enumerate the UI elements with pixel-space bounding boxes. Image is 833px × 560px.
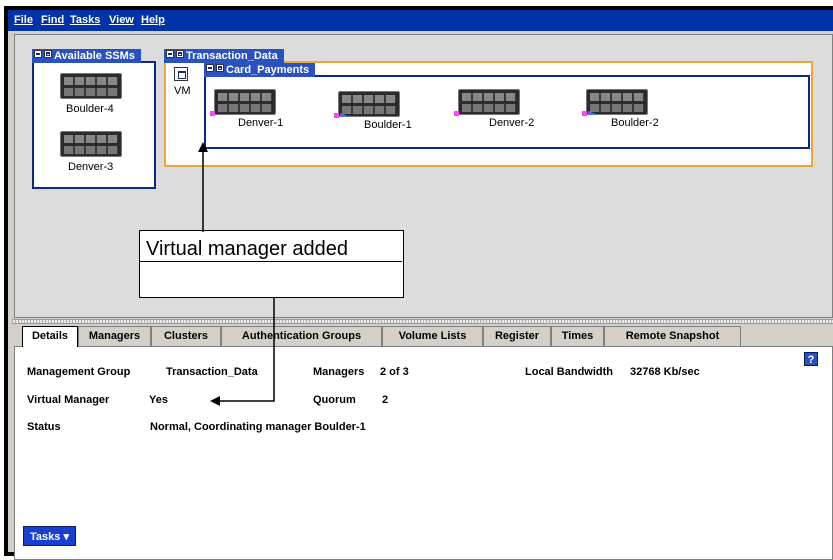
tab-times[interactable]: Times: [551, 326, 604, 346]
pane-splitter[interactable]: [12, 319, 833, 324]
help-icon[interactable]: ?: [804, 352, 818, 366]
map-view: Available SSMs Boulder-4 Denver-3 Transa…: [14, 34, 833, 318]
vm-label: VM: [174, 85, 191, 97]
quorum-label: Quorum: [313, 394, 356, 406]
node-label-denver-2: Denver-2: [489, 117, 535, 129]
virtual-manager-icon[interactable]: [174, 67, 188, 81]
tab-authentication-groups[interactable]: Authentication Groups: [221, 326, 382, 346]
tab-strip: Details Managers Clusters Authentication…: [14, 326, 833, 347]
available-ssms-title[interactable]: Available SSMs: [32, 49, 141, 63]
server-icon[interactable]: [60, 131, 122, 157]
tab-details[interactable]: Details: [22, 326, 78, 347]
virtual-manager-label: Virtual Manager: [27, 394, 110, 406]
callout-text: Virtual manager added: [140, 237, 402, 262]
menu-help[interactable]: Help: [141, 14, 165, 26]
cluster-card-payments[interactable]: Card_Payments Denver-1 Boulder-1 Denver-…: [204, 63, 810, 149]
status-marker-icon: [210, 111, 215, 116]
node-label-denver-1: Denver-1: [238, 117, 284, 129]
management-group-transaction-data[interactable]: Transaction_Data VM Card_Payments Denver…: [164, 49, 813, 167]
caret-down-icon: ▾: [63, 531, 69, 543]
management-group-label: Management Group: [27, 366, 131, 378]
cluster-title[interactable]: Card_Payments: [204, 63, 316, 77]
status-marker-icon: [334, 113, 339, 118]
window-icon[interactable]: [44, 50, 52, 58]
server-icon[interactable]: [214, 89, 276, 115]
tab-managers[interactable]: Managers: [78, 326, 151, 346]
cluster-label: Card_Payments: [226, 64, 310, 76]
menu-view[interactable]: View: [109, 14, 134, 26]
menu-find[interactable]: Find: [41, 14, 64, 26]
available-ssms-group[interactable]: Available SSMs Boulder-4 Denver-3: [32, 49, 156, 189]
node-label-boulder-1: Boulder-1: [364, 119, 412, 131]
management-group-title[interactable]: Transaction_Data: [164, 49, 284, 63]
management-group-value: Transaction_Data: [166, 366, 258, 378]
quorum-value: 2: [382, 394, 389, 406]
status-value: Normal, Coordinating manager Boulder-1: [150, 421, 366, 433]
available-ssms-label: Available SSMs: [54, 50, 135, 62]
bandwidth-value: 32768 Kb/sec: [630, 366, 700, 378]
server-icon[interactable]: [586, 89, 648, 115]
collapse-icon[interactable]: [166, 50, 174, 58]
node-label-boulder-2: Boulder-2: [611, 117, 659, 129]
tasks-button[interactable]: Tasks ▾: [23, 526, 76, 546]
menu-tasks[interactable]: Tasks: [70, 14, 100, 26]
window-icon[interactable]: [176, 50, 184, 58]
server-icon[interactable]: [60, 73, 122, 99]
bandwidth-label: Local Bandwidth: [525, 366, 613, 378]
server-icon[interactable]: [458, 89, 520, 115]
managers-value: 2 of 3: [380, 366, 409, 378]
node-label-boulder-4: Boulder-4: [66, 103, 114, 115]
window-icon[interactable]: [216, 64, 224, 72]
tasks-button-label: Tasks: [30, 531, 61, 543]
app-window: File Find Tasks View Help Available SSMs…: [4, 6, 833, 560]
collapse-icon[interactable]: [34, 50, 42, 58]
node-label-denver-3: Denver-3: [68, 161, 114, 173]
tab-register[interactable]: Register: [483, 326, 551, 346]
tab-clusters[interactable]: Clusters: [151, 326, 221, 346]
collapse-icon[interactable]: [206, 64, 214, 72]
virtual-manager-value: Yes: [149, 394, 168, 406]
server-icon[interactable]: [338, 91, 400, 117]
status-label: Status: [27, 421, 61, 433]
tab-remote-snapshot[interactable]: Remote Snapshot: [604, 326, 741, 346]
menu-file[interactable]: File: [14, 14, 33, 26]
details-panel: [14, 346, 833, 560]
menu-bar: File Find Tasks View Help: [8, 10, 833, 31]
managers-label: Managers: [313, 366, 365, 378]
status-marker-icon: [454, 111, 459, 116]
management-group-label: Transaction_Data: [186, 50, 278, 62]
status-marker-icon: [582, 111, 587, 116]
tab-volume-lists[interactable]: Volume Lists: [382, 326, 483, 346]
